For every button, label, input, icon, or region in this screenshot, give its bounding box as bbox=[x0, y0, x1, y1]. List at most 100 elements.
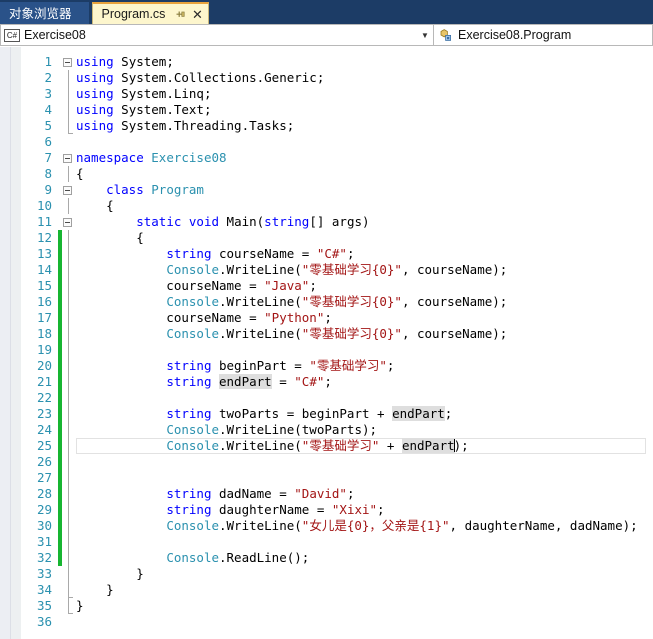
unsaved-changes-bar bbox=[58, 230, 62, 566]
line-number: 7 bbox=[44, 150, 52, 165]
code-line[interactable]: 21 string endPart = "C#"; bbox=[0, 374, 653, 390]
code-line[interactable]: 6 bbox=[0, 134, 653, 150]
line-number: 17 bbox=[36, 310, 52, 325]
member-scope-dropdown[interactable]: Exercise08.Program bbox=[434, 24, 653, 46]
member-scope-value: Exercise08.Program bbox=[458, 28, 572, 42]
csharp-project-icon: C# bbox=[4, 28, 20, 42]
code-text[interactable]: using System.Text; bbox=[76, 102, 211, 118]
code-text[interactable]: string endPart = "C#"; bbox=[76, 374, 332, 390]
code-line[interactable]: 2 using System.Collections.Generic; bbox=[0, 70, 653, 86]
code-text[interactable]: Console.WriteLine("女儿是{0}，父亲是{1}", daugh… bbox=[76, 518, 637, 534]
code-line[interactable]: 24 Console.WriteLine(twoParts); bbox=[0, 422, 653, 438]
code-line[interactable]: 35} bbox=[0, 598, 653, 614]
line-number: 24 bbox=[36, 422, 52, 437]
outline-guide bbox=[68, 198, 69, 214]
code-text[interactable]: using System.Collections.Generic; bbox=[76, 70, 324, 86]
code-text[interactable]: class Program bbox=[76, 182, 204, 198]
code-line[interactable]: 25 Console.WriteLine("零基础学习" + endPart); bbox=[0, 438, 653, 454]
code-text[interactable]: courseName = "Java"; bbox=[76, 278, 317, 294]
outline-collapse-icon[interactable] bbox=[63, 218, 72, 227]
line-number: 26 bbox=[36, 454, 52, 469]
line-number: 8 bbox=[44, 166, 52, 181]
code-line[interactable]: 10 { bbox=[0, 198, 653, 214]
tab-object-browser[interactable]: 对象浏览器 bbox=[0, 2, 89, 24]
code-line[interactable]: 11 static void Main(string[] args) bbox=[0, 214, 653, 230]
line-number: 30 bbox=[36, 518, 52, 533]
outline-collapse-icon[interactable] bbox=[63, 186, 72, 195]
code-text[interactable]: namespace Exercise08 bbox=[76, 150, 227, 166]
code-text[interactable]: using System.Threading.Tasks; bbox=[76, 118, 294, 134]
code-line[interactable]: 3 using System.Linq; bbox=[0, 86, 653, 102]
code-line[interactable]: 12 { bbox=[0, 230, 653, 246]
code-line[interactable]: 31 bbox=[0, 534, 653, 550]
code-text[interactable]: Console.ReadLine(); bbox=[76, 550, 309, 566]
line-number: 12 bbox=[36, 230, 52, 245]
code-text[interactable]: static void Main(string[] args) bbox=[76, 214, 369, 230]
code-text[interactable]: { bbox=[76, 198, 114, 214]
code-text[interactable]: Console.WriteLine("零基础学习{0}", courseName… bbox=[76, 326, 507, 342]
code-line[interactable]: 16 Console.WriteLine("零基础学习{0}", courseN… bbox=[0, 294, 653, 310]
outline-collapse-icon[interactable] bbox=[63, 58, 72, 67]
code-line[interactable]: 4 using System.Text; bbox=[0, 102, 653, 118]
close-icon[interactable]: ✕ bbox=[190, 7, 204, 21]
code-line[interactable]: 7 namespace Exercise08 bbox=[0, 150, 653, 166]
code-text[interactable]: string twoParts = beginPart + endPart; bbox=[76, 406, 452, 422]
code-line[interactable]: 36 bbox=[0, 614, 653, 630]
line-number: 22 bbox=[36, 390, 52, 405]
code-line[interactable]: 15 courseName = "Java"; bbox=[0, 278, 653, 294]
pin-icon[interactable] bbox=[173, 7, 187, 21]
tab-program-cs[interactable]: Program.cs ✕ bbox=[91, 2, 210, 24]
outline-guide bbox=[68, 70, 69, 86]
code-line[interactable]: 13 string courseName = "C#"; bbox=[0, 246, 653, 262]
code-line[interactable]: 28 string dadName = "David"; bbox=[0, 486, 653, 502]
outline-guide bbox=[68, 406, 69, 422]
line-number: 28 bbox=[36, 486, 52, 501]
outline-guide bbox=[68, 86, 69, 102]
outline-guide-end bbox=[68, 598, 73, 614]
outline-collapse-icon[interactable] bbox=[63, 154, 72, 163]
code-text[interactable]: string beginPart = "零基础学习"; bbox=[76, 358, 394, 374]
code-text[interactable]: Console.WriteLine("零基础学习" + endPart); bbox=[76, 438, 469, 454]
code-text[interactable]: string dadName = "David"; bbox=[76, 486, 354, 502]
line-number: 36 bbox=[36, 614, 52, 629]
code-line[interactable]: 23 string twoParts = beginPart + endPart… bbox=[0, 406, 653, 422]
code-text[interactable]: courseName = "Python"; bbox=[76, 310, 332, 326]
code-line[interactable]: 8{ bbox=[0, 166, 653, 182]
outline-guide bbox=[68, 166, 69, 182]
code-line[interactable]: 34 } bbox=[0, 582, 653, 598]
code-line[interactable]: 9 class Program bbox=[0, 182, 653, 198]
code-line[interactable]: 5 using System.Threading.Tasks; bbox=[0, 118, 653, 134]
code-lines-container: 1 using System; 2 using System.Collections.… bbox=[0, 54, 653, 630]
code-line[interactable]: 1 using System; bbox=[0, 54, 653, 70]
outline-guide bbox=[68, 470, 69, 486]
line-number: 15 bbox=[36, 278, 52, 293]
code-line[interactable]: 33 } bbox=[0, 566, 653, 582]
code-text[interactable]: Console.WriteLine("零基础学习{0}", courseName… bbox=[76, 262, 507, 278]
code-text[interactable]: { bbox=[76, 166, 84, 182]
code-text[interactable]: string daughterName = "Xixi"; bbox=[76, 502, 384, 518]
code-line[interactable]: 22 bbox=[0, 390, 653, 406]
code-line[interactable]: 20 string beginPart = "零基础学习"; bbox=[0, 358, 653, 374]
code-text[interactable]: Console.WriteLine(twoParts); bbox=[76, 422, 377, 438]
code-line[interactable]: 17 courseName = "Python"; bbox=[0, 310, 653, 326]
code-line[interactable]: 19 bbox=[0, 342, 653, 358]
code-text[interactable]: string courseName = "C#"; bbox=[76, 246, 354, 262]
code-line[interactable]: 30 Console.WriteLine("女儿是{0}，父亲是{1}", da… bbox=[0, 518, 653, 534]
outline-guide bbox=[68, 246, 69, 262]
code-editor[interactable]: 1 using System; 2 using System.Collections.… bbox=[0, 47, 653, 639]
code-text[interactable]: using System; bbox=[76, 54, 174, 70]
code-line[interactable]: 18 Console.WriteLine("零基础学习{0}", courseN… bbox=[0, 326, 653, 342]
code-text[interactable]: } bbox=[76, 566, 144, 582]
code-text[interactable]: } bbox=[76, 598, 84, 614]
code-text[interactable]: } bbox=[76, 582, 114, 598]
code-line[interactable]: 32 Console.ReadLine(); bbox=[0, 550, 653, 566]
code-text[interactable]: { bbox=[76, 230, 144, 246]
code-line[interactable]: 14 Console.WriteLine("零基础学习{0}", courseN… bbox=[0, 262, 653, 278]
code-line[interactable]: 29 string daughterName = "Xixi"; bbox=[0, 502, 653, 518]
code-line[interactable]: 27 bbox=[0, 470, 653, 486]
code-line[interactable]: 26 bbox=[0, 454, 653, 470]
code-text[interactable]: using System.Linq; bbox=[76, 86, 211, 102]
code-text[interactable]: Console.WriteLine("零基础学习{0}", courseName… bbox=[76, 294, 507, 310]
project-scope-dropdown[interactable]: C# Exercise08 ▼ bbox=[0, 24, 434, 46]
chevron-down-icon[interactable]: ▼ bbox=[417, 25, 433, 45]
